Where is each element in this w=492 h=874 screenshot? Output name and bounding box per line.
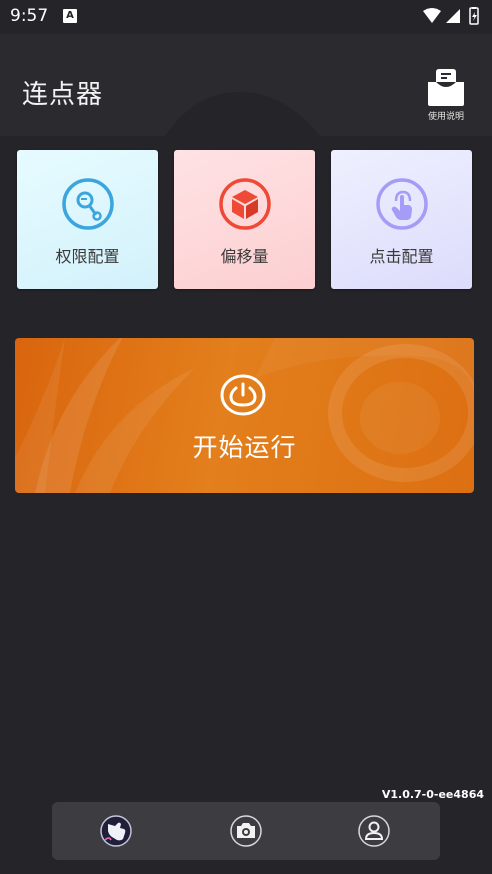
card-label: 偏移量 [220,247,269,266]
help-label: 使用说明 [427,112,464,122]
status-icons [423,7,479,25]
offset-card[interactable]: 偏移量 [174,150,315,289]
profile-icon [358,815,390,847]
card-label: 权限配置 [55,247,120,266]
app-title: 连点器 [22,80,104,110]
power-icon [220,374,266,416]
key-icon [62,178,114,230]
battery-icon [469,7,479,25]
click-config-card[interactable]: 点击配置 [331,150,472,289]
start-label: 开始运行 [192,433,297,462]
start-button[interactable]: 开始运行 [15,338,474,493]
tap-icon [376,178,428,230]
status-time: 9:57 [10,6,49,26]
bottom-nav [52,802,440,860]
status-bar: 9:57 A [0,0,492,34]
cube-icon [219,178,271,230]
notification-badge-icon: A [63,9,77,23]
card-label: 点击配置 [369,247,434,266]
help-manual-icon [428,69,464,106]
app-screen: 9:57 A 连点器 使用说明 权限配置 偏移量 点击配置 开始运行 V1.0.… [0,0,492,874]
app-header: 连点器 使用说明 [0,34,492,142]
clicker-hand-icon [100,815,132,847]
camera-icon [230,815,262,847]
help-button[interactable]: 使用说明 [420,68,472,124]
wifi-icon [423,8,441,23]
permission-config-card[interactable]: 权限配置 [17,150,158,289]
nav-camera[interactable] [229,814,263,848]
signal-icon [446,9,460,23]
nav-clicker[interactable] [99,814,133,848]
version-label: V1.0.7-0-ee4864 [381,788,484,801]
nav-profile[interactable] [357,814,391,848]
